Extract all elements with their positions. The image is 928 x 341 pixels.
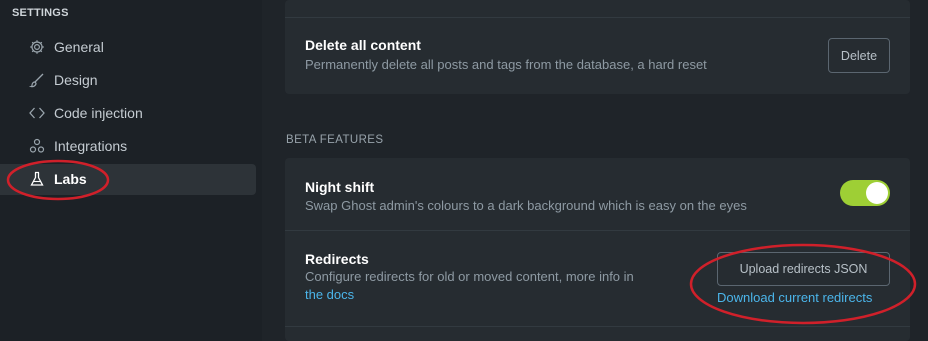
night-shift-toggle[interactable]	[840, 180, 890, 206]
redirects-description: Configure redirects for old or moved con…	[305, 268, 634, 304]
sidebar-item-design[interactable]: Design	[0, 65, 256, 96]
code-icon	[29, 107, 45, 119]
night-shift-description: Swap Ghost admin's colours to a dark bac…	[305, 198, 747, 213]
delete-button[interactable]: Delete	[828, 38, 890, 73]
night-shift-title: Night shift	[305, 179, 375, 195]
beta-features-heading: BETA FEATURES	[286, 134, 384, 146]
delete-content-title: Delete all content	[305, 37, 421, 53]
download-redirects-link[interactable]: Download current redirects	[717, 290, 872, 305]
sidebar-item-labs[interactable]: Labs	[0, 164, 256, 195]
redirects-description-text: Configure redirects for old or moved con…	[305, 269, 634, 284]
upload-redirects-button[interactable]: Upload redirects JSON	[717, 252, 890, 286]
toggle-knob	[866, 182, 888, 204]
sidebar-item-label: General	[54, 39, 104, 55]
labs-settings-content: Delete all content Permanently delete al…	[262, 0, 928, 341]
brush-icon	[29, 73, 44, 88]
danger-zone-card: Delete all content Permanently delete al…	[285, 0, 910, 94]
docs-link[interactable]: the docs	[305, 287, 354, 302]
sidebar-item-integrations[interactable]: Integrations	[0, 131, 256, 162]
sidebar-item-label: Code injection	[54, 105, 143, 121]
divider	[285, 230, 910, 231]
divider	[285, 326, 910, 327]
divider	[285, 17, 910, 18]
redirects-title: Redirects	[305, 251, 369, 267]
sidebar-item-code-injection[interactable]: Code injection	[0, 98, 256, 129]
delete-content-description: Permanently delete all posts and tags fr…	[305, 57, 707, 72]
flask-icon	[30, 171, 44, 186]
gear-icon	[30, 40, 44, 54]
sidebar-item-general[interactable]: General	[0, 32, 256, 63]
sidebar-item-label: Design	[54, 72, 98, 88]
integrations-icon	[29, 138, 45, 153]
sidebar-item-label: Labs	[54, 171, 87, 187]
sidebar-heading: SETTINGS	[12, 7, 69, 19]
settings-sidebar: SETTINGS General Design Code injection I…	[0, 0, 262, 341]
beta-features-card: Night shift Swap Ghost admin's colours t…	[285, 158, 910, 341]
sidebar-item-label: Integrations	[54, 138, 128, 154]
